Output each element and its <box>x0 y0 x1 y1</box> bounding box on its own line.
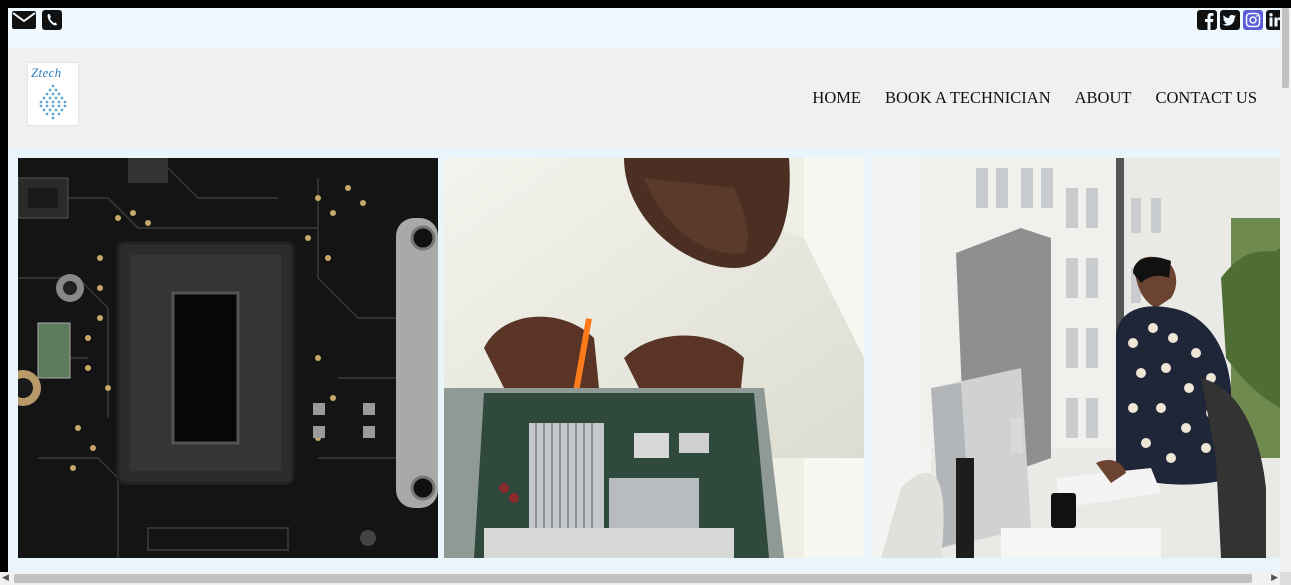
logo-text: Ztech <box>31 65 62 80</box>
site-logo[interactable]: Ztech <box>28 63 78 125</box>
scroll-left-arrow-icon[interactable]: ◀ <box>2 573 9 583</box>
scroll-right-arrow-icon[interactable]: ▶ <box>1271 573 1278 583</box>
image-gallery <box>8 148 1280 572</box>
logo-drop-icon <box>39 84 67 120</box>
contact-icons <box>12 10 62 30</box>
horizontal-scrollbar-thumb[interactable] <box>14 574 1252 583</box>
phone-icon[interactable] <box>42 10 62 30</box>
page-frame: Ztech HOME BOOK A TECHNICIAN ABOUT CONTA… <box>8 8 1280 572</box>
twitter-icon[interactable] <box>1220 10 1240 30</box>
envelope-icon[interactable] <box>12 10 36 30</box>
main-nav: HOME BOOK A TECHNICIAN ABOUT CONTACT US <box>812 88 1257 108</box>
nav-home[interactable]: HOME <box>812 88 861 108</box>
circuit-board-image <box>18 158 438 558</box>
nav-contact-us[interactable]: CONTACT US <box>1155 88 1257 108</box>
facebook-icon[interactable] <box>1197 10 1217 30</box>
site-header: Ztech HOME BOOK A TECHNICIAN ABOUT CONTA… <box>8 48 1280 158</box>
woman-at-computer-image <box>871 158 1280 558</box>
vertical-scrollbar[interactable] <box>1280 8 1291 572</box>
social-icons <box>1197 10 1280 30</box>
nav-about[interactable]: ABOUT <box>1075 88 1132 108</box>
vertical-scrollbar-thumb[interactable] <box>1282 8 1289 88</box>
nav-book-a-technician[interactable]: BOOK A TECHNICIAN <box>885 88 1051 108</box>
linkedin-icon[interactable] <box>1266 10 1280 30</box>
contact-bar <box>8 8 1280 48</box>
instagram-icon[interactable] <box>1243 10 1263 30</box>
technician-repair-image <box>444 158 864 558</box>
horizontal-scrollbar[interactable]: ◀ ▶ <box>0 572 1280 585</box>
scrollbar-corner <box>1280 572 1291 585</box>
